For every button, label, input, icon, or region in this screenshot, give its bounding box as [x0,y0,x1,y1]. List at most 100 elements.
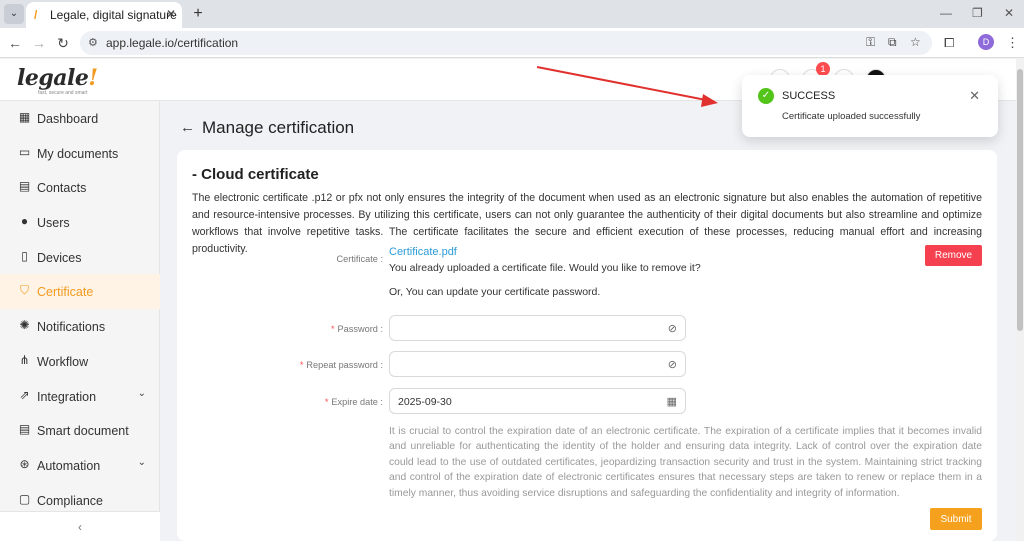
chevron-down-icon: ⌄ [137,387,146,399]
legale-favicon-icon: / [34,8,38,22]
sidebar-item-label: Users [37,216,70,231]
key-icon[interactable]: ⚿ [866,35,875,50]
update-password-text: Or, You can update your certificate pass… [389,286,601,298]
eye-invisible-icon[interactable]: ⊘ [668,322,677,335]
sidebar-item-devices[interactable]: ▯ Devices [0,240,160,275]
expire-date-value: 2025-09-30 [398,396,452,408]
new-tab-button[interactable]: + [188,4,208,24]
logo-text: legale! [17,65,98,91]
back-arrow-icon[interactable]: ← [180,119,195,136]
extensions-icon[interactable]: ⧠ [944,35,954,51]
site-info-icon[interactable]: ⚙ [88,36,98,49]
message-icon: ▢ [18,491,31,506]
sidebar-item-label: Certificate [37,285,94,300]
sidebar-item-notifications[interactable]: ✺ Notifications [0,309,160,344]
folder-icon: ▭ [18,144,31,159]
sidebar-item-label: Automation [37,458,101,473]
certificate-label: Certificate : [336,254,383,264]
password-label: * Password : [331,324,383,334]
install-app-icon[interactable]: ⧉ [888,35,897,50]
repeat-password-label: * Repeat password : [300,360,383,370]
sidebar-item-contacts[interactable]: ▤ Contacts [0,170,160,205]
contacts-icon: ▤ [18,179,31,194]
required-mark: * [330,324,335,334]
url-text: app.legale.io/certification [106,36,239,50]
back-icon[interactable]: ← [6,34,24,52]
card-description: The electronic certificate .p12 or pfx n… [192,192,982,255]
sidebar-item-label: Dashboard [37,112,99,126]
sidebar-item-label: My documents [37,146,119,161]
link-icon: ⇗ [19,387,30,402]
sidebar-item-label: Compliance [37,493,104,508]
user-icon: ● [20,214,29,229]
sidebar-item-my-documents[interactable]: ▭ My documents [0,136,160,171]
document-icon: ▤ [18,422,31,437]
shield-icon: ⛉ [19,283,29,298]
notification-title: SUCCESS [782,90,836,102]
calendar-icon: ▦ [666,396,677,408]
minimize-icon[interactable]: — [940,6,952,20]
profile-avatar[interactable]: D [978,34,994,50]
uploaded-certificate-text: You already uploaded a certificate file.… [389,262,701,274]
notification-count-badge: 1 [816,62,830,76]
bell-icon: ✺ [19,318,30,333]
certificate-file-link[interactable]: Certificate.pdf [389,246,457,258]
repeat-password-input[interactable]: ⊘ [389,351,686,377]
eye-invisible-icon[interactable]: ⊘ [668,358,677,371]
tab-search-button[interactable]: ⌄ [4,4,24,24]
cloud-certificate-card: - Cloud certificate The electronic certi… [177,150,997,541]
tablet-icon: ▯ [21,248,28,263]
sidebar-nav: ▦ Dashboard ▭ My documents ▤ Contacts ● … [0,101,160,517]
expire-date-picker[interactable]: 2025-09-30 ▦ [389,388,686,414]
restore-icon[interactable]: ❐ [972,6,983,20]
workflow-icon: ⋔ [19,352,30,367]
sidebar-item-automation[interactable]: ⊛ Automation ⌄ [0,448,160,483]
sidebar-item-dashboard[interactable]: ▦ Dashboard [0,101,160,136]
success-notification: ✓ SUCCESS Certificate uploaded successfu… [742,75,998,137]
sidebar-item-users[interactable]: ● Users [0,205,160,240]
expire-date-label-text: Expire date : [331,397,383,407]
forward-icon[interactable]: → [30,34,48,52]
legale-logo[interactable]: legale! fast, secure and smart [0,59,160,101]
submit-button[interactable]: Submit [930,508,982,530]
sidebar-item-workflow[interactable]: ⋔ Workflow [0,344,160,379]
sidebar-item-smart-document[interactable]: ▤ Smart document [0,413,160,448]
automation-icon: ⊛ [19,456,30,471]
sidebar-item-certificate[interactable]: ⛉ Certificate [0,274,160,310]
page-scrollbar[interactable] [1016,59,1024,541]
password-input[interactable]: ⊘ [389,315,686,341]
chevron-down-icon: ⌄ [137,456,146,468]
sidebar-item-label: Smart document [37,424,129,439]
browser-tab[interactable]: / Legale, digital signature ✕ [26,2,182,28]
check-circle-icon: ✓ [758,88,774,104]
address-bar[interactable]: ⚙ app.legale.io/certification ⚿ ⧉ ☆ [80,31,932,55]
sidebar-collapse-button[interactable]: ‹ [0,511,160,541]
expire-date-label: * Expire date : [325,397,383,407]
sidebar-item-label: Contacts [37,181,87,196]
card-title: - Cloud certificate [192,166,319,183]
sidebar: legale! fast, secure and smart ▦ Dashboa… [0,59,160,541]
repeat-password-label-text: Repeat password : [306,360,383,370]
sidebar-item-label: Workflow [37,354,89,369]
remove-button[interactable]: Remove [925,245,982,266]
close-icon[interactable]: ✕ [969,88,980,104]
close-window-icon[interactable]: ✕ [1004,6,1014,20]
browser-menu-icon[interactable]: ⋮ [1006,35,1019,51]
page-title: Manage certification [202,118,355,137]
required-mark: * [299,360,304,370]
tab-title: Legale, digital signature [50,8,177,22]
sidebar-item-label: Notifications [37,320,106,335]
reload-icon[interactable]: ↻ [54,34,72,52]
notification-message: Certificate uploaded successfully [782,111,921,122]
close-tab-icon[interactable]: ✕ [166,7,176,21]
sidebar-item-label: Devices [37,250,82,265]
browser-toolbar: ← → ↻ ⚙ app.legale.io/certification ⚿ ⧉ … [0,28,1024,58]
expiration-note: It is crucial to control the expiration … [389,426,982,499]
password-label-text: Password : [337,324,383,334]
sidebar-item-integration[interactable]: ⇗ Integration ⌄ [0,379,160,414]
logo-wordmark: legale [17,65,89,91]
logo-mark: ! [88,65,98,91]
scrollbar-thumb[interactable] [1017,69,1023,331]
bookmark-star-icon[interactable]: ☆ [910,35,921,49]
browser-tab-strip: ⌄ / Legale, digital signature ✕ + — ❐ ✕ [0,0,1024,28]
